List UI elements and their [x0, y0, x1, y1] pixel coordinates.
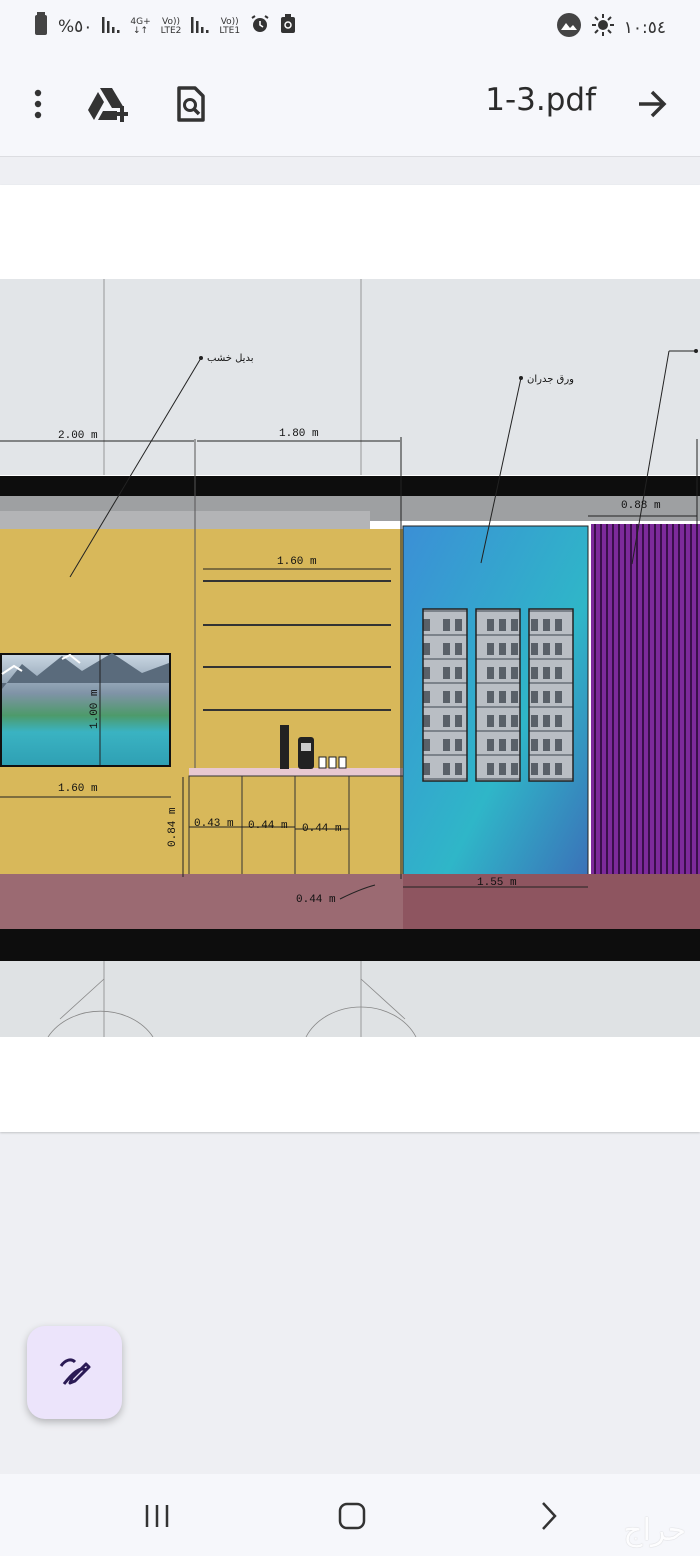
countertop [189, 768, 403, 776]
clock-time: ١٠:٥٤ [623, 17, 666, 38]
dim-1-55: 1.55 m [477, 877, 517, 889]
recents-icon[interactable] [132, 1496, 182, 1536]
edit-pen-icon [58, 1354, 92, 1392]
label-wood-alt: بديل خشب [207, 353, 254, 364]
dim-0-43: 0.43 m [194, 818, 234, 830]
sun-icon [591, 14, 614, 41]
building-frame-3 [528, 608, 574, 782]
more-vert-icon[interactable] [16, 82, 60, 126]
dim-0-44-a: 0.44 m [248, 820, 288, 832]
weather-mountain-icon [556, 12, 582, 43]
dim-0-88: 0.88 m [621, 500, 661, 512]
building-frame-1 [422, 608, 468, 782]
status-left: %٥٠ 4G+ ↓↑ Vo)) LTE2 Vo)) LTE1 [34, 12, 296, 41]
find-in-page-icon[interactable] [169, 82, 213, 126]
dim-0-84: 0.84 m [167, 807, 179, 847]
purple-slat-panel [591, 524, 700, 886]
dim-0-44-c: 0.44 m [296, 894, 336, 906]
signal-icon [102, 15, 120, 38]
dim-0-44-b: 0.44 m [302, 823, 342, 835]
signal-icon-2 [191, 15, 209, 38]
battery-icon [34, 12, 48, 41]
edit-fab-button[interactable] [27, 1326, 122, 1419]
label-wallpaper: ورق جدران [527, 374, 574, 385]
file-name: 1-3.pdf [485, 82, 596, 118]
dim-1-60-bottom: 1.60 m [58, 783, 98, 795]
dim-1-80: 1.80 m [279, 428, 319, 440]
network-lte2: Vo)) LTE2 [160, 16, 182, 36]
elevation-drawing[interactable]: بديل خشب ورق جدران 2.00 m 1.80 m 0.88 m … [0, 279, 700, 1037]
system-nav-bar: حراج [0, 1474, 700, 1556]
status-bar: %٥٠ 4G+ ↓↑ Vo)) LTE2 Vo)) LTE1 ١٠:٥٤ [0, 0, 700, 52]
recycle-icon [280, 14, 296, 39]
status-right: ١٠:٥٤ [556, 12, 666, 43]
building-frame-2 [475, 608, 521, 782]
pdf-toolbar: 1-3.pdf [0, 52, 700, 157]
floor-beam [0, 929, 700, 961]
drive-add-icon[interactable] [86, 82, 130, 126]
network-4g: 4G+ ↓↑ [130, 16, 151, 36]
network-lte1: Vo)) LTE1 [219, 16, 241, 36]
ceiling-beam [0, 476, 700, 496]
alarm-icon [250, 14, 270, 39]
ceiling-area [0, 279, 700, 475]
battery-percent: %٥٠ [58, 16, 93, 37]
back-icon[interactable] [524, 1496, 574, 1536]
arrow-forward-icon[interactable] [630, 82, 674, 126]
dim-2-00: 2.00 m [58, 430, 98, 442]
home-icon[interactable] [327, 1496, 377, 1536]
dim-1-00: 1.00 m [89, 689, 101, 729]
watermark-logo: حراج [623, 1513, 686, 1548]
dim-1-60-top: 1.60 m [277, 556, 317, 568]
